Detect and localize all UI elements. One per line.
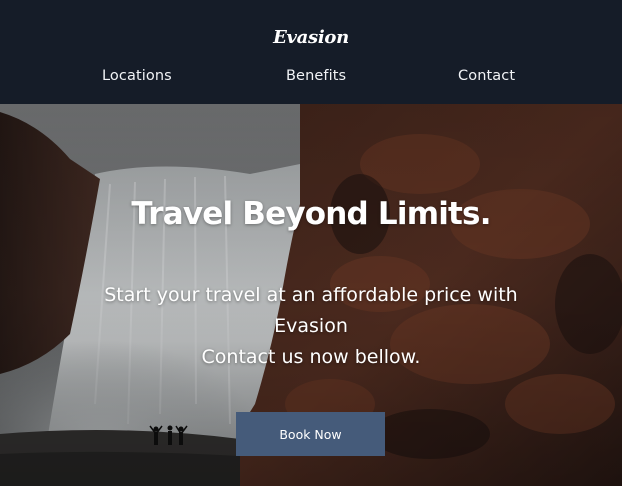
nav-link-locations[interactable]: Locations bbox=[102, 68, 172, 84]
hero-title: Travel Beyond Limits. bbox=[131, 196, 491, 232]
hero-subtitle: Start your travel at an affordable price… bbox=[60, 280, 562, 373]
nav-link-benefits[interactable]: Benefits bbox=[286, 68, 346, 84]
nav-link-contact[interactable]: Contact bbox=[458, 68, 515, 84]
hero-subtitle-line: Contact us now bellow. bbox=[201, 346, 421, 368]
hero-subtitle-line: Start your travel at an affordable price… bbox=[104, 284, 518, 306]
site-logo[interactable]: Evasion bbox=[0, 27, 622, 48]
hero-section: Travel Beyond Limits. Start your travel … bbox=[0, 104, 622, 486]
book-now-button[interactable]: Book Now bbox=[236, 412, 385, 456]
hero-subtitle-line: Evasion bbox=[274, 315, 348, 337]
site-header: Evasion Locations Benefits Contact bbox=[0, 0, 622, 104]
